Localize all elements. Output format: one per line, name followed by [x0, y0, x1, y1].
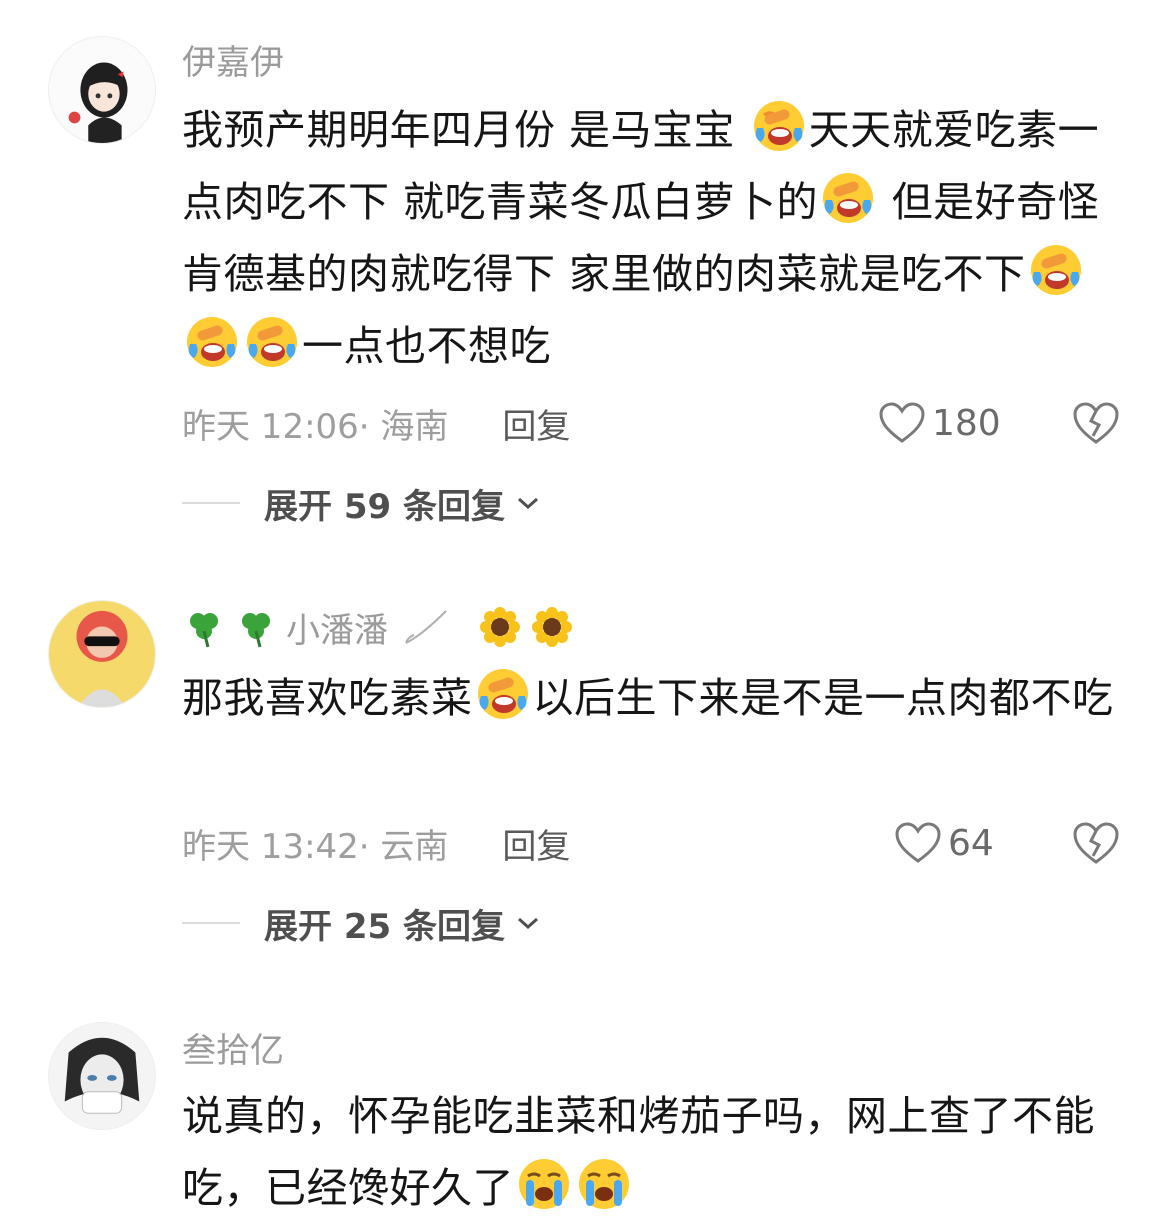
tears-of-joy-emoji-icon: [820, 170, 876, 226]
chevron-down-icon: [518, 917, 538, 930]
username-row: 小潘潘: [182, 602, 582, 652]
tears-of-joy-emoji-icon: [184, 314, 240, 370]
comment-text-segment: 那我喜欢吃素菜: [182, 674, 473, 722]
tears-of-joy-emoji-icon: [475, 666, 531, 722]
tears-of-joy-emoji-icon: [1028, 242, 1084, 298]
expand-replies-button[interactable]: 展开 25 条回复: [182, 898, 541, 948]
tears-of-joy-emoji-icon: [751, 98, 807, 154]
avatar-sketch-icon: [49, 1023, 155, 1129]
heart-icon: [895, 822, 941, 863]
username[interactable]: 叁拾亿: [182, 1022, 284, 1072]
shamrock-icon: [182, 605, 226, 649]
avatar[interactable]: [48, 36, 156, 144]
avatar-portrait-icon: [49, 601, 155, 707]
comment-text-segment: 以后生下来是不是一点肉都不吃: [532, 674, 1114, 722]
divider: [182, 922, 240, 924]
expand-replies-label: 展开 59 条回复: [264, 486, 505, 527]
avatar-girl-icon: [49, 37, 155, 143]
expand-replies-button[interactable]: 展开 59 条回复: [182, 478, 541, 528]
reply-button[interactable]: 回复: [502, 819, 570, 868]
tears-of-joy-emoji-icon: [244, 314, 300, 370]
timestamp: 昨天 12:06: [182, 406, 359, 447]
divider: [182, 502, 240, 504]
username[interactable]: 伊嘉伊: [182, 34, 284, 84]
broken-heart-icon[interactable]: [1072, 820, 1120, 866]
comment-meta: 昨天 12:06 · 海南 回复: [182, 398, 570, 448]
like-button[interactable]: 180: [878, 398, 1001, 448]
loudly-crying-emoji-icon: [516, 1156, 572, 1212]
avatar[interactable]: [48, 600, 156, 708]
comment-text: 我预产期明年四月份 是马宝宝 天天就爱吃素一点肉吃不下 就吃青菜冬瓜白萝卜的 但…: [182, 94, 1122, 382]
like-count: 180: [932, 402, 1001, 444]
chevron-down-icon: [518, 497, 538, 510]
comment-text: 那我喜欢吃素菜 以后生下来是不是一点肉都不吃: [182, 662, 1122, 734]
like-count: 64: [948, 822, 994, 864]
sunflower-icon: [530, 605, 574, 649]
avatar[interactable]: [48, 1022, 156, 1130]
reply-button[interactable]: 回复: [502, 399, 570, 448]
comment-text-segment: 一点也不想吃: [302, 322, 551, 370]
comment-text-segment: 说真的，怀孕能吃韭菜和烤茄子吗，网上查了不能吃，已经馋好久了: [182, 1092, 1095, 1212]
shamrock-icon: [234, 605, 278, 649]
comment-text-segment: 我预产期明年四月份 是马宝宝: [182, 106, 749, 154]
sunflower-icon: [478, 605, 522, 649]
broken-heart-icon[interactable]: [1072, 400, 1120, 446]
swoosh-icon: [402, 605, 452, 649]
like-button[interactable]: 64: [894, 818, 994, 868]
loudly-crying-emoji-icon: [576, 1156, 632, 1212]
comment-text: 说真的，怀孕能吃韭菜和烤茄子吗，网上查了不能吃，已经馋好久了: [182, 1080, 1122, 1224]
location: · 海南: [358, 406, 449, 447]
timestamp: 昨天 13:42: [182, 826, 359, 867]
expand-replies-label: 展开 25 条回复: [264, 906, 505, 947]
username[interactable]: 小潘潘: [286, 603, 388, 652]
location: · 云南: [358, 826, 449, 867]
comment-meta: 昨天 13:42 · 云南 回复: [182, 818, 570, 868]
heart-icon: [879, 402, 925, 443]
